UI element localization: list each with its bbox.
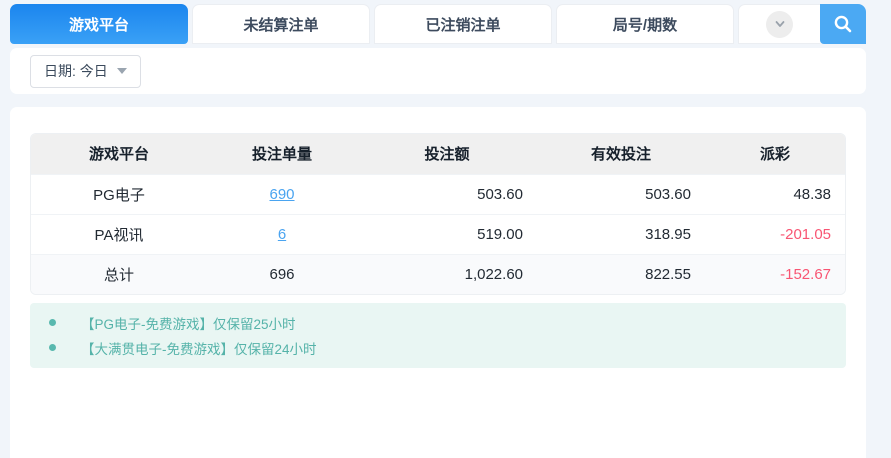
page-content: 游戏平台 未结算注单 已注销注单 局号/期数 日期: 今日 游戏平台 投注单量 … [10, 4, 866, 458]
date-filter-dropdown[interactable]: 日期: 今日 [30, 54, 141, 88]
tab-cancelled-bets[interactable]: 已注销注单 [374, 4, 552, 44]
valid-bet-cell: 503.60 [537, 173, 705, 214]
tab-collapse-cell [738, 4, 820, 44]
bet-amount-cell: 519.00 [357, 213, 537, 254]
table-header-row: 游戏平台 投注单量 投注额 有效投注 派彩 [31, 134, 845, 174]
total-bet-amount: 1,022.60 [357, 253, 537, 294]
tab-unsettled-bets[interactable]: 未结算注单 [192, 4, 370, 44]
total-payout: -152.67 [705, 253, 845, 294]
tab-game-platform[interactable]: 游戏平台 [10, 4, 188, 44]
valid-bet-cell: 318.95 [537, 213, 705, 254]
note-text: 【大满贯电子-免费游戏】仅保留24小时 [81, 341, 317, 357]
header-platform: 游戏平台 [31, 134, 207, 174]
bet-amount-cell: 503.60 [357, 173, 537, 214]
table-total-row: 总计 696 1,022.60 822.55 -152.67 [31, 253, 845, 294]
filter-bar: 日期: 今日 [10, 48, 866, 94]
table-row: PA视讯 6 519.00 318.95 -201.05 [31, 213, 845, 254]
notes-panel: 【PG电子-免费游戏】仅保留25小时 【大满贯电子-免费游戏】仅保留24小时 [30, 303, 846, 368]
date-filter-label: 日期: 今日 [44, 63, 108, 79]
note-item: 【大满贯电子-免费游戏】仅保留24小时 [30, 335, 846, 360]
chevron-down-icon [775, 21, 784, 27]
report-table: 游戏平台 投注单量 投注额 有效投注 派彩 PG电子 690 503.60 50… [30, 133, 846, 295]
search-button[interactable] [820, 4, 866, 44]
search-icon [834, 15, 852, 33]
note-text: 【PG电子-免费游戏】仅保留25小时 [81, 316, 296, 332]
header-payout: 派彩 [705, 134, 845, 174]
bullet-icon [49, 319, 56, 326]
caret-down-icon [116, 68, 127, 74]
note-item: 【PG电子-免费游戏】仅保留25小时 [30, 310, 846, 335]
payout-cell: 48.38 [705, 173, 845, 214]
bullet-icon [49, 344, 56, 351]
tab-bar-end [738, 4, 866, 44]
header-bet-count: 投注单量 [207, 134, 357, 174]
payout-cell: -201.05 [705, 213, 845, 254]
tab-bar: 游戏平台 未结算注单 已注销注单 局号/期数 [10, 4, 866, 44]
platform-cell: PG电子 [31, 173, 207, 214]
bet-count-link[interactable]: 6 [278, 226, 286, 243]
table-row: PG电子 690 503.60 503.60 48.38 [31, 173, 845, 214]
total-valid-bet: 822.55 [537, 253, 705, 294]
header-bet-amount: 投注额 [357, 134, 537, 174]
total-bet-count: 696 [207, 253, 357, 294]
platform-cell: PA视讯 [31, 213, 207, 254]
total-label: 总计 [31, 253, 207, 294]
bet-count-link[interactable]: 690 [269, 186, 294, 203]
tab-round-period[interactable]: 局号/期数 [556, 4, 734, 44]
report-card: 游戏平台 投注单量 投注额 有效投注 派彩 PG电子 690 503.60 50… [10, 107, 866, 458]
collapse-tabs-button[interactable] [766, 10, 793, 38]
header-valid-bet: 有效投注 [537, 134, 705, 174]
